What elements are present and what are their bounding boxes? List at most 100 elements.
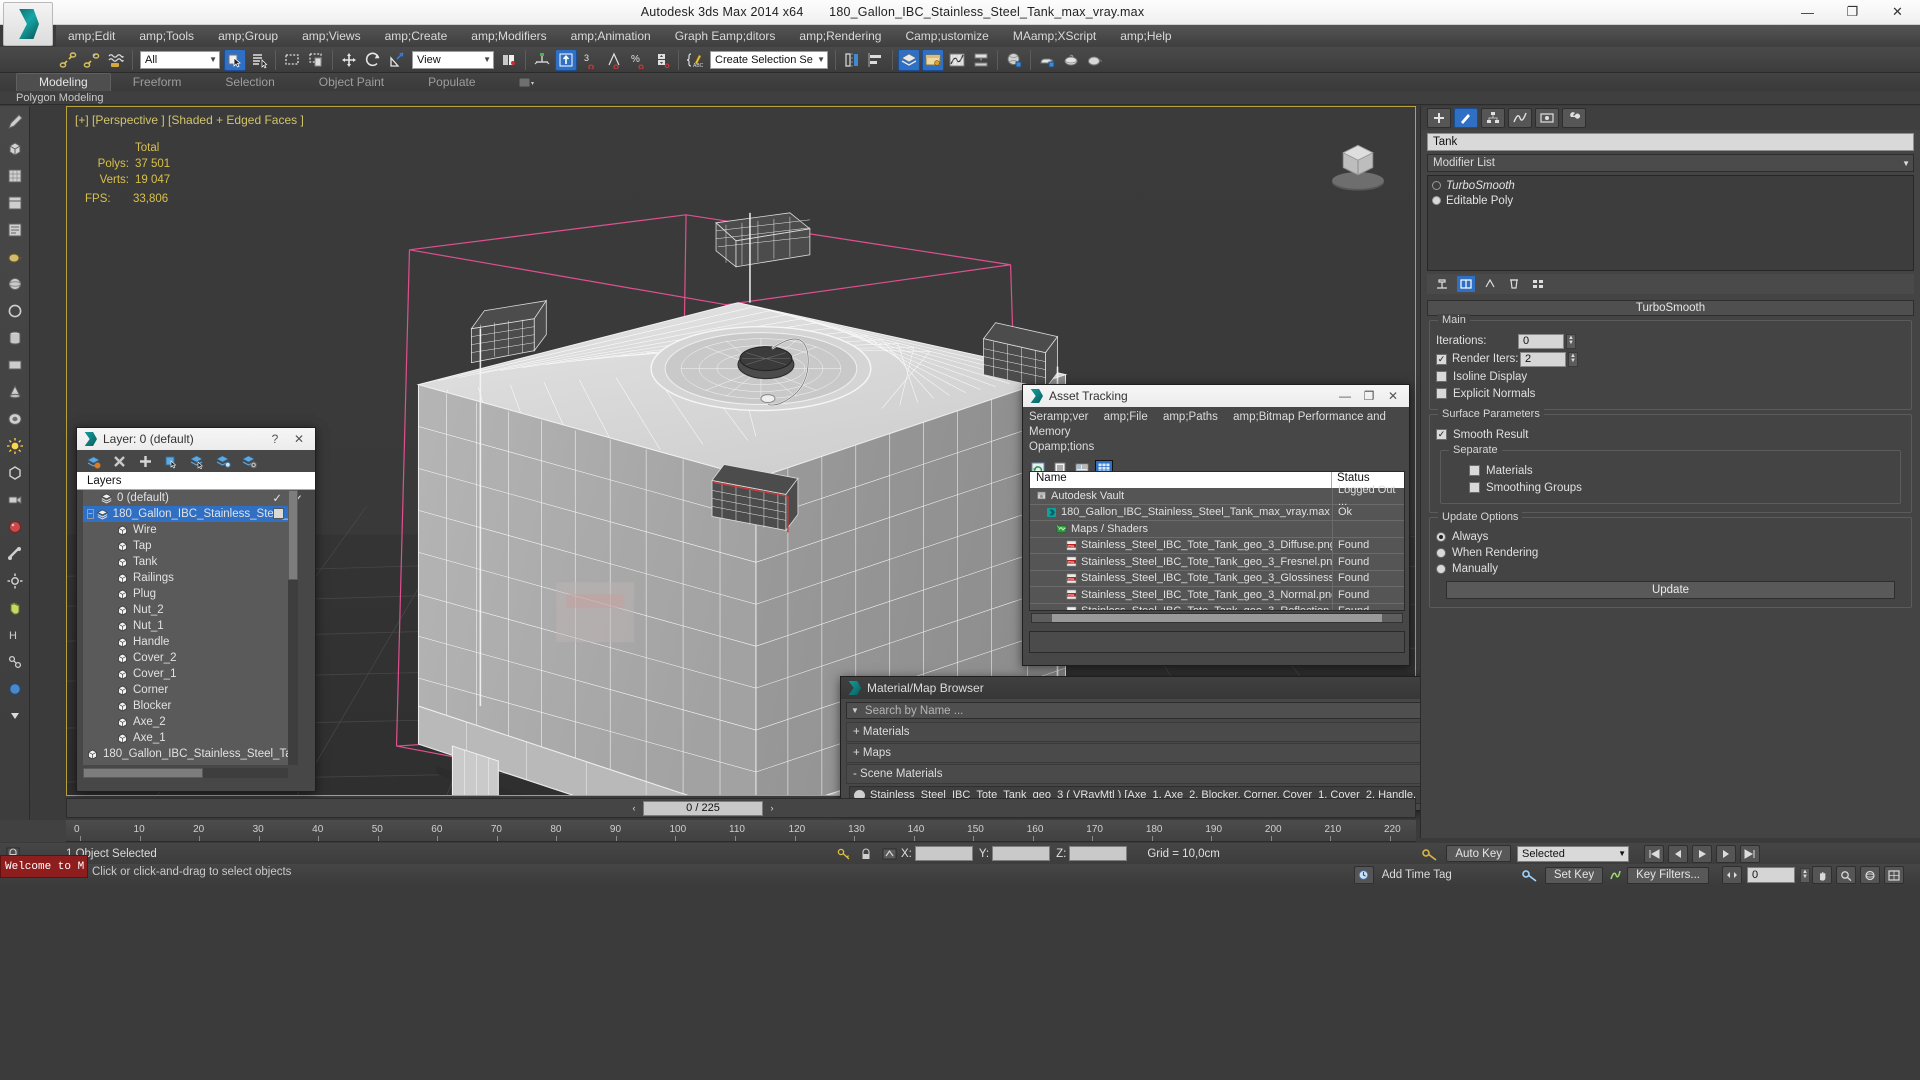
smooth-result-checkbox[interactable]: ✓	[1436, 429, 1447, 440]
helper-tool-icon[interactable]: H	[3, 623, 27, 647]
mirror-icon[interactable]	[841, 49, 863, 71]
current-frame-field[interactable]: 0 / 225	[643, 800, 763, 816]
show-end-result-icon[interactable]	[1457, 276, 1475, 292]
layer-row[interactable]: − 180_Gallon_IBC_Stainless_Steel_Tank	[83, 506, 288, 522]
time-config-icon[interactable]	[1353, 866, 1374, 884]
layer-row[interactable]: 0 (default) ✓	[83, 490, 288, 506]
isoline-display-row[interactable]: Isoline Display	[1436, 369, 1905, 384]
track-bar[interactable]: 0 10 20 30 40 50 60 70 80 90 100 110 120 130 140 150 160…	[66, 820, 1416, 842]
menu-item-modifiers[interactable]: amp;Modifiers	[459, 27, 558, 45]
modifier-enable-icon[interactable]	[1432, 181, 1441, 190]
light-tool-icon[interactable]	[3, 434, 27, 458]
tab-populate[interactable]: Populate	[406, 74, 497, 91]
rollout-title-turbosmooth[interactable]: TurboSmooth	[1427, 300, 1914, 316]
update-option-manually[interactable]: Manually	[1436, 561, 1905, 576]
select-link-icon[interactable]	[57, 49, 79, 71]
remove-layer-icon[interactable]	[111, 453, 127, 469]
named-selection-sets-combo[interactable]: Create Selection Se ▼	[710, 50, 828, 69]
select-highlighted-objects-icon[interactable]	[215, 453, 231, 469]
bone-tool-icon[interactable]	[3, 542, 27, 566]
asset-menu-file[interactable]: amp;File	[1104, 411, 1148, 423]
motion-tab[interactable]	[1508, 108, 1532, 128]
menu-item-views[interactable]: amp;Views	[290, 27, 372, 45]
asset-menu-options[interactable]: Opamp;tions	[1029, 441, 1094, 453]
list-tool-icon[interactable]	[3, 218, 27, 242]
menu-item-rendering[interactable]: amp;Rendering	[787, 27, 893, 45]
layer-row[interactable]: Plug	[83, 586, 288, 602]
coord-z-input[interactable]	[1069, 846, 1128, 861]
scroll-thumb[interactable]	[288, 490, 298, 580]
coordinate-z[interactable]: Z:	[1056, 846, 1128, 861]
next-frame-arrow[interactable]: ›	[765, 803, 779, 813]
separate-materials-row[interactable]: Materials	[1447, 463, 1894, 478]
circle-tool-icon[interactable]	[3, 299, 27, 323]
scroll-thumb[interactable]	[1052, 614, 1382, 622]
asset-row[interactable]: PNG Stainless_Steel_IBC_Tote_Tank_geo_3_F…	[1030, 554, 1404, 571]
remove-modifier-icon[interactable]	[1505, 276, 1523, 292]
angle-snap-toggle-icon[interactable]: 3	[579, 49, 601, 71]
rect-tool-icon[interactable]	[3, 353, 27, 377]
asset-maximize-button[interactable]: ❐	[1357, 389, 1381, 403]
ribbon-toggle-icon[interactable]	[922, 48, 944, 71]
layer-row[interactable]: Blocker	[83, 698, 288, 714]
add-time-tag-label[interactable]: Add Time Tag	[1382, 869, 1452, 881]
delete-layer-icon[interactable]	[85, 453, 101, 469]
layer-row[interactable]: Tank	[83, 554, 288, 570]
menu-item-customize[interactable]: Camp;ustomize	[893, 27, 1000, 45]
close-button[interactable]: ✕	[1875, 0, 1920, 25]
viewport-label[interactable]: [+] [Perspective ] [Shaded + Edged Faces…	[75, 113, 304, 127]
radio-manually-icon[interactable]	[1436, 563, 1446, 574]
render-setup-icon[interactable]	[1036, 49, 1058, 71]
render-production-icon[interactable]	[1084, 49, 1106, 71]
separate-smoothing-row[interactable]: Smoothing Groups	[1447, 480, 1894, 495]
scroll-thumb[interactable]	[83, 768, 203, 778]
use-pivot-point-center-icon[interactable]	[498, 49, 520, 71]
key-filters-button[interactable]: Key Filters...	[1627, 866, 1709, 884]
asset-minimize-button[interactable]: —	[1333, 389, 1357, 403]
modifier-stack-item-turbosmooth[interactable]: TurboSmooth	[1428, 178, 1913, 193]
coordinate-y[interactable]: Y:	[979, 846, 1051, 861]
new-layer-icon[interactable]	[137, 453, 153, 469]
asset-menu-paths[interactable]: amp;Paths	[1163, 411, 1218, 423]
display-tab[interactable]	[1535, 108, 1559, 128]
configure-sets-icon[interactable]	[1529, 276, 1547, 292]
isoline-display-checkbox[interactable]	[1436, 371, 1447, 382]
render-iters-value[interactable]: 2	[1520, 351, 1566, 367]
radio-when-rendering-icon[interactable]	[1436, 547, 1446, 558]
select-and-manipulate-icon[interactable]	[531, 49, 553, 71]
pin-stack-icon[interactable]	[1433, 276, 1451, 292]
render-iters-checkbox[interactable]: ✓	[1436, 353, 1447, 365]
menu-item-maxscript[interactable]: MAamp;XScript	[1001, 27, 1108, 45]
cylinder-tool-icon[interactable]	[3, 326, 27, 350]
prev-frame-icon[interactable]	[1668, 844, 1688, 863]
modifier-stack[interactable]: TurboSmooth Editable Poly	[1427, 175, 1914, 271]
update-option-when-rendering[interactable]: When Rendering	[1436, 545, 1905, 560]
asset-row[interactable]: 180_Gallon_IBC_Stainless_Steel_Tank_max_…	[1030, 504, 1404, 521]
layer-visibility-checkbox[interactable]	[273, 508, 284, 519]
layer-row[interactable]: Cover_1	[83, 666, 288, 682]
layer-check-icon[interactable]: ✓	[272, 491, 282, 505]
edit-named-selection-sets-icon[interactable]: ABC	[684, 49, 706, 71]
iterations-spinner[interactable]: ▲ ▼	[1566, 333, 1576, 349]
pan-icon[interactable]	[1812, 866, 1832, 884]
camera-tool-icon[interactable]	[3, 488, 27, 512]
welcome-tab[interactable]: Welcome to M	[0, 855, 88, 878]
layer-row[interactable]: Handle	[83, 634, 288, 650]
view-cube[interactable]	[1321, 125, 1395, 199]
explicit-normals-row[interactable]: Explicit Normals	[1436, 386, 1905, 401]
next-frame-icon[interactable]	[1716, 844, 1736, 863]
layer-row[interactable]: Tap	[83, 538, 288, 554]
update-option-always[interactable]: Always	[1436, 529, 1905, 544]
menu-item-tools[interactable]: amp;Tools	[127, 27, 206, 45]
layer-row[interactable]: Axe_2	[83, 714, 288, 730]
rendered-frame-window-icon[interactable]	[1060, 49, 1082, 71]
key-icon[interactable]	[833, 847, 855, 861]
menu-item-help[interactable]: amp;Help	[1108, 27, 1183, 45]
layer-dialog-help-button[interactable]: ?	[263, 432, 287, 446]
layer-row[interactable]: Corner	[83, 682, 288, 698]
radio-always-icon[interactable]	[1436, 531, 1446, 542]
sphere-tool-icon[interactable]	[3, 272, 27, 296]
teapot-tool-icon[interactable]	[3, 245, 27, 269]
modifier-stack-item-editable-poly[interactable]: Editable Poly	[1428, 193, 1913, 208]
link-tool-icon[interactable]	[3, 650, 27, 674]
